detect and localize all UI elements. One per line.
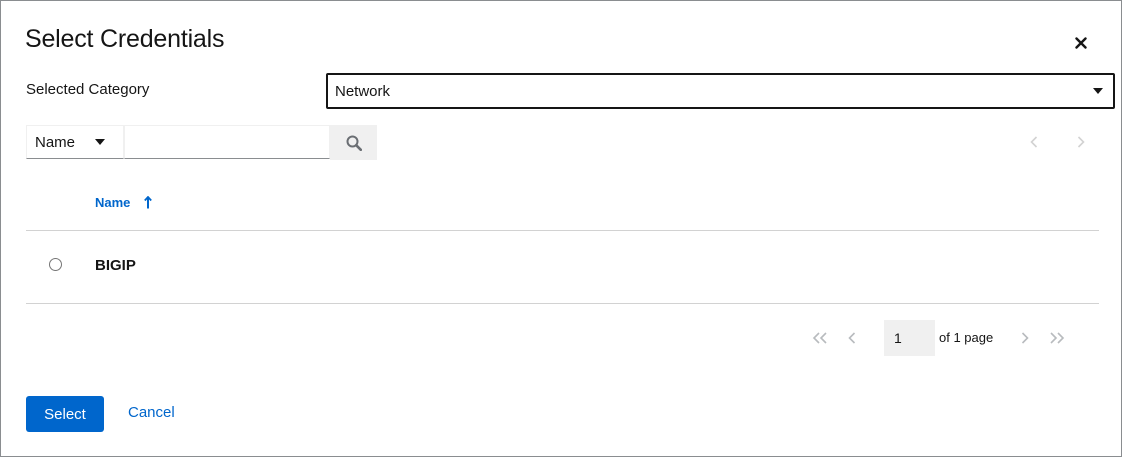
category-select[interactable]: Network [326,73,1115,109]
search-icon [346,135,362,151]
page-count-label: of 1 page [939,330,994,345]
caret-down-icon [95,139,105,145]
previous-page-button[interactable] [845,330,859,346]
filter-field-dropdown[interactable]: Name [26,125,124,159]
close-icon [1075,37,1087,49]
chevron-right-icon [1021,332,1029,344]
cancel-button[interactable]: Cancel [128,404,175,421]
chevron-left-icon [848,332,856,344]
caret-down-icon [1093,88,1103,94]
category-select-value: Network [335,82,391,100]
chevron-right-icon [1077,136,1085,148]
row-select-radio[interactable] [49,258,62,271]
select-button[interactable]: Select [26,396,104,432]
modal-title: Select Credentials [25,25,225,53]
next-page-button[interactable] [1018,330,1032,346]
toolbar-next-page-button[interactable] [1073,133,1089,151]
close-button[interactable] [1069,31,1093,55]
table-row-name: BIGIP [95,257,136,274]
selected-category-label: Selected Category [26,81,150,98]
sort-ascending-icon [144,196,153,209]
select-credentials-modal: Select Credentials Selected Category Net… [0,0,1122,457]
double-chevron-left-icon [812,332,827,344]
column-header-name[interactable]: Name [95,195,153,210]
search-button[interactable] [330,125,377,160]
table-row-divider [26,303,1099,304]
column-header-label: Name [95,195,131,210]
filter-field-value: Name [35,133,76,151]
first-page-button[interactable] [811,330,829,346]
page-number-input[interactable] [884,320,935,356]
search-input[interactable] [124,125,330,159]
table-header-divider [26,230,1099,231]
last-page-button[interactable] [1048,330,1066,346]
double-chevron-right-icon [1050,332,1065,344]
chevron-left-icon [1030,136,1038,148]
toolbar-previous-page-button[interactable] [1026,133,1042,151]
